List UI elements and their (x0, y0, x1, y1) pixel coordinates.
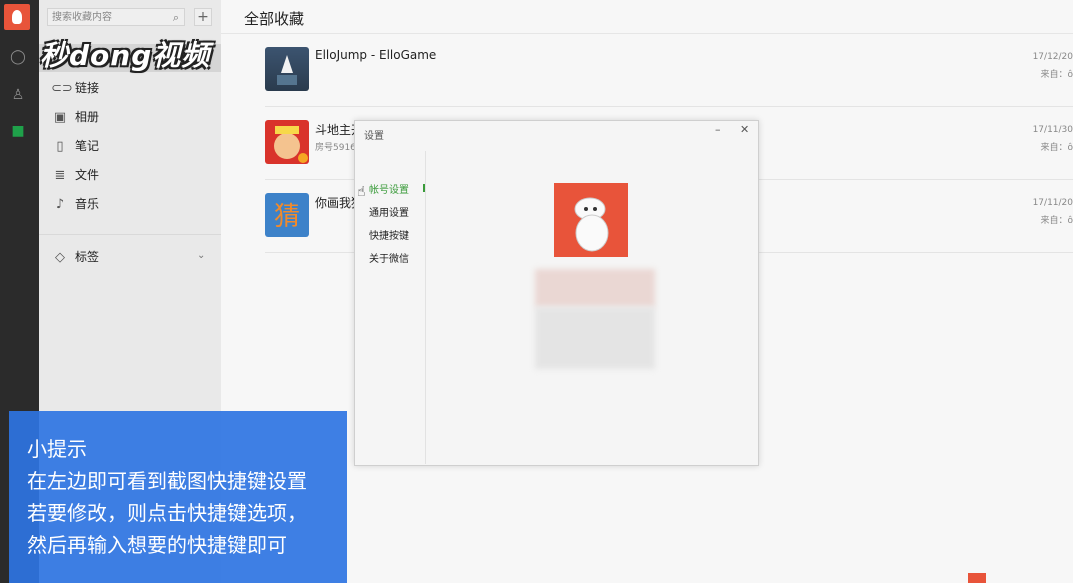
file-icon: ≣ (54, 168, 66, 183)
menu-item-shortcuts[interactable]: 快捷按键 (369, 227, 409, 242)
nav-item-files[interactable]: ≣ 文件 (51, 164, 99, 186)
search-input[interactable]: 搜索收藏内容 ⌕ (47, 8, 185, 26)
chat-icon[interactable]: ◯ (9, 48, 27, 66)
nav-item-notes[interactable]: ▯ 笔记 (51, 135, 99, 157)
search-placeholder: 搜索收藏内容 (52, 12, 112, 23)
blurred-nickname (535, 269, 655, 307)
menu-item-account[interactable]: 帐号设置 (369, 181, 409, 196)
menu-item-general[interactable]: 通用设置 (369, 204, 409, 219)
item-source: 来自：ô (1040, 70, 1073, 80)
music-icon: ♪ (55, 197, 65, 212)
user-avatar[interactable] (4, 4, 30, 30)
tip-line: 然后再输入想要的快捷键即可 (27, 533, 287, 557)
divider (39, 234, 221, 235)
mouse-cursor-icon: ☝ (357, 184, 366, 200)
nav-item-label: 笔记 (75, 139, 100, 153)
item-source: 来自：ô (1040, 143, 1073, 153)
menu-item-about[interactable]: 关于微信 (369, 250, 409, 265)
item-date: 17/11/20 (1032, 198, 1073, 208)
settings-dialog: 设置 – ✕ 帐号设置 通用设置 快捷按键 关于微信 (354, 120, 759, 466)
chevron-down-icon[interactable]: ⌄ (197, 250, 205, 261)
page-title: 全部收藏 (244, 10, 305, 28)
account-avatar[interactable] (554, 183, 628, 257)
nav-item-music[interactable]: ♪ 音乐 (51, 193, 99, 215)
tip-line: 若要修改，则点击快捷键选项， (27, 501, 307, 525)
item-thumbnail (265, 120, 309, 164)
item-date: 17/11/30 (1032, 125, 1073, 135)
svg-text:猜: 猜 (274, 202, 300, 232)
tag-icon: ◇ (55, 250, 65, 265)
nav-item-label: 音乐 (75, 197, 100, 211)
game-thumbnail-icon (274, 126, 308, 163)
tip-line: 在左边即可看到截图快捷键设置 (27, 469, 307, 493)
item-title: ElloJump - ElloGame (315, 48, 437, 62)
active-indicator (423, 184, 425, 192)
item-subtitle: 房号5916 (315, 143, 356, 153)
item-thumbnail: 猜 (265, 193, 309, 237)
game-thumbnail-icon: 猜 (274, 202, 300, 232)
watermark-logo: 秒dong视频 (40, 39, 211, 72)
dialog-title: 设置 (364, 131, 384, 142)
nav-item-label: 文件 (75, 168, 100, 182)
nav-item-tags[interactable]: ◇ 标签 (51, 246, 99, 268)
item-thumbnail (265, 47, 309, 91)
minimize-button[interactable]: – (715, 123, 721, 136)
contacts-icon[interactable]: ♙ (9, 86, 27, 104)
nav-item-label: 链接 (75, 81, 100, 95)
nav-item-links[interactable]: ⊂⊃ 链接 (51, 77, 99, 99)
tip-heading: 小提示 (27, 437, 87, 461)
nav-item-label: 标签 (75, 250, 100, 264)
image-icon: ▣ (53, 110, 67, 125)
tip-overlay: 小提示 在左边即可看到截图快捷键设置 若要修改，则点击快捷键选项， 然后再输入想… (9, 411, 347, 583)
add-button[interactable]: + (194, 8, 212, 26)
item-date: 17/12/20 (1032, 52, 1073, 62)
blurred-account-info (535, 307, 655, 369)
nav-item-album[interactable]: ▣ 相册 (51, 106, 99, 128)
favorites-icon[interactable]: ■ (9, 122, 27, 140)
game-thumbnail-icon (277, 55, 297, 85)
robot-avatar-icon (574, 197, 609, 252)
link-icon: ⊂⊃ (51, 81, 73, 96)
settings-menu: 帐号设置 通用设置 快捷按键 关于微信 (355, 151, 426, 464)
note-icon: ▯ (56, 139, 64, 154)
close-button[interactable]: ✕ (740, 123, 749, 136)
nav-item-label: 相册 (75, 110, 100, 124)
list-item[interactable]: ElloJump - ElloGame 17/12/20 来自：ô (265, 34, 1073, 107)
item-source: 来自：ô (1040, 216, 1073, 226)
search-icon[interactable]: ⌕ (173, 9, 179, 27)
tray-icon[interactable] (968, 573, 986, 583)
